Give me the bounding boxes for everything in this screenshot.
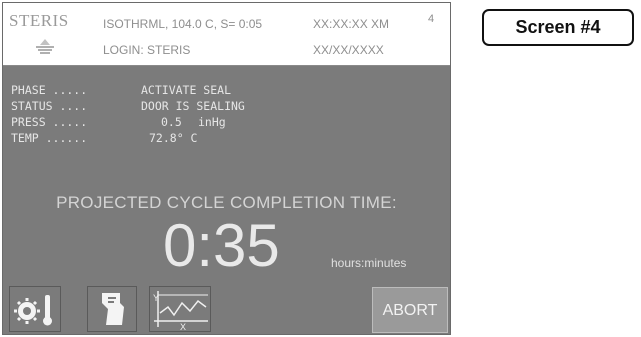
projected-time-label: PROJECTED CYCLE COMPLETION TIME: [56,193,397,212]
status-value: DOOR IS SEALING [141,99,245,113]
graph-icon: Y X [153,291,208,332]
steris-logo: STERIS [9,9,89,59]
logo-text: STERIS [9,11,69,30]
clock-time: XX:XX:XX XM [313,17,390,31]
projected-time-value: 0:35 [163,212,280,279]
abort-button[interactable]: ABORT [372,287,448,333]
phase-value: ACTIVATE SEAL [141,83,232,97]
press-value: 0.5 [161,115,182,129]
temperature-button[interactable] [9,286,61,332]
graph-x-label: X [180,322,186,331]
temp-value: 72.8° C [149,131,198,145]
temp-label: TEMP ...... [11,131,88,145]
date: XX/XX/XXXX [313,43,384,57]
status-label: STATUS .... [11,99,88,113]
logo-emblem-icon [36,39,54,54]
time-units-label: hours:minutes [331,256,407,270]
screen-tag-label: Screen #4 [482,9,634,46]
login-label: LOGIN: STERIS [103,43,191,57]
graph-y-label: Y [153,293,159,303]
header-bar: STERIS ISOTHRML, 104.0 C, S= 0:05 XX:XX:… [3,3,450,66]
press-label: PRESS ..... [11,115,88,129]
press-unit: inHg [198,115,226,129]
temperature-dial-icon [14,295,52,326]
phase-label: PHASE ..... [11,83,88,97]
graph-button[interactable]: Y X [149,286,211,332]
report-button[interactable] [87,286,137,332]
control-panel-display: STERIS ISOTHRML, 104.0 C, S= 0:05 XX:XX:… [2,2,451,335]
screen-number: 4 [428,13,435,25]
printer-report-icon [102,293,124,325]
cycle-info: ISOTHRML, 104.0 C, S= 0:05 [103,17,263,31]
